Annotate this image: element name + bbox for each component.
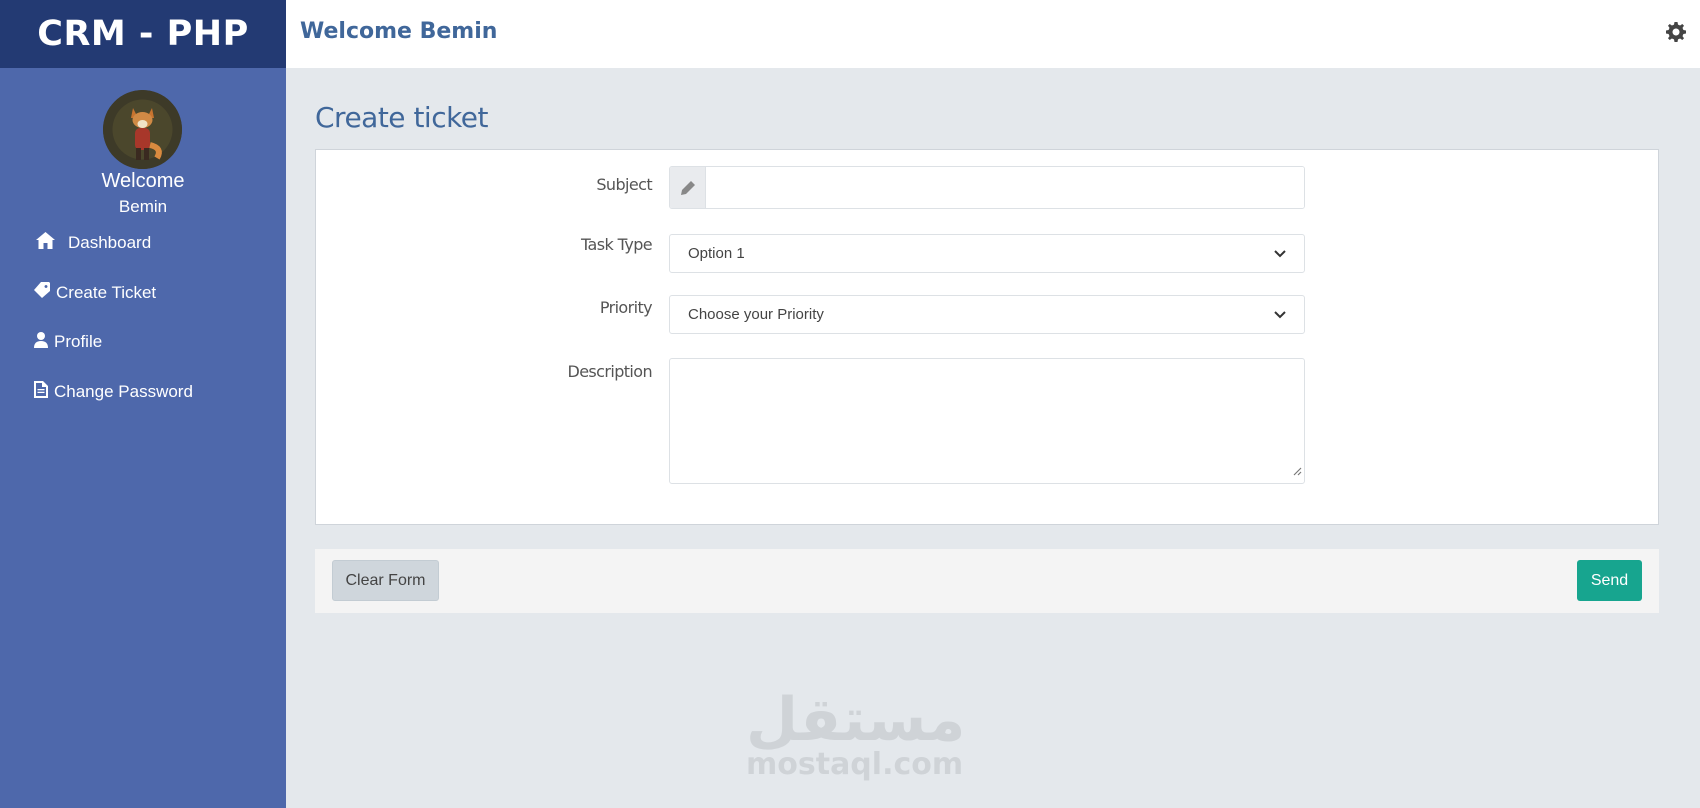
- description-label: Description: [567, 362, 652, 381]
- watermark-arabic: مستقل: [746, 685, 966, 755]
- clear-form-button[interactable]: Clear Form: [332, 560, 439, 601]
- form-actions: Clear Form Send: [315, 549, 1659, 613]
- sidebar-item-create-ticket[interactable]: Create Ticket: [34, 280, 193, 306]
- ticket-icon: [34, 282, 56, 303]
- brand-title: CRM - PHP: [0, 0, 286, 68]
- task-type-label: Task Type: [581, 235, 653, 254]
- pencil-icon: [670, 167, 706, 208]
- resize-handle-icon[interactable]: [1292, 463, 1302, 481]
- subject-field: [669, 166, 1305, 209]
- description-textarea[interactable]: [669, 358, 1305, 484]
- sidebar-item-label: Create Ticket: [56, 282, 157, 302]
- sidebar-item-label: Change Password: [54, 381, 193, 401]
- task-type-select[interactable]: Option 1: [669, 234, 1305, 273]
- priority-label: Priority: [599, 298, 653, 317]
- sidebar-item-label: Dashboard: [68, 233, 152, 252]
- sidebar-username: Bemin: [118, 197, 168, 216]
- page-title: Create ticket: [315, 101, 489, 134]
- sidebar: CRM - PHP Welcome Bemin Dashboard Create…: [0, 0, 286, 808]
- sidebar-item-dashboard[interactable]: Dashboard: [34, 230, 193, 256]
- sidebar-item-label: Profile: [54, 332, 103, 351]
- watermark: مستقل mostaql.com: [746, 685, 966, 782]
- ticket-form: Subject Task Type Option 1 Priority Choo…: [315, 149, 1659, 525]
- file-icon: [34, 380, 54, 403]
- sidebar-item-change-password[interactable]: Change Password: [34, 379, 193, 405]
- chevron-down-icon: [1274, 245, 1286, 262]
- priority-selected: Choose your Priority: [688, 306, 824, 323]
- sidebar-item-profile[interactable]: Profile: [34, 329, 193, 355]
- gear-icon[interactable]: [1666, 22, 1686, 47]
- home-icon: [34, 232, 68, 254]
- send-button[interactable]: Send: [1577, 560, 1642, 601]
- avatar: [103, 90, 182, 169]
- topbar: Welcome Bemin: [286, 0, 1700, 68]
- watermark-latin: mostaql.com: [746, 747, 964, 782]
- subject-input[interactable]: [706, 167, 1304, 208]
- user-icon: [34, 331, 54, 353]
- sidebar-nav: Dashboard Create Ticket Profile Change P…: [34, 230, 193, 428]
- priority-select[interactable]: Choose your Priority: [669, 295, 1305, 334]
- task-type-selected: Option 1: [688, 245, 745, 262]
- sidebar-welcome-text: Welcome: [101, 170, 185, 192]
- chevron-down-icon: [1274, 306, 1286, 323]
- subject-label: Subject: [596, 175, 652, 194]
- topbar-title: Welcome Bemin: [300, 19, 498, 44]
